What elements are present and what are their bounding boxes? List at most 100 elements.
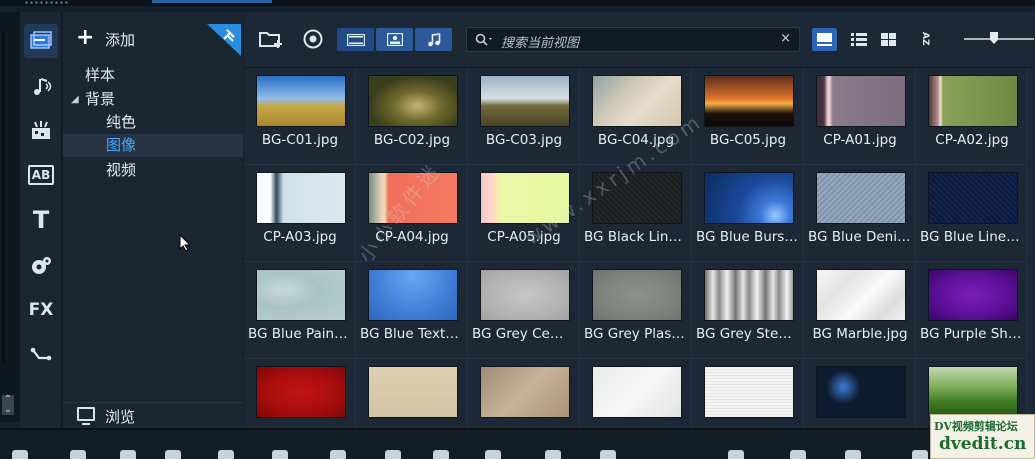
media-thumbnail[interactable]	[480, 75, 570, 127]
media-thumbnail[interactable]	[816, 172, 906, 224]
path-button[interactable]	[24, 337, 58, 371]
graphics-button[interactable]	[24, 248, 58, 282]
media-item[interactable]: BG Blue Paint.jpg	[244, 262, 356, 359]
grid-view-button[interactable]	[876, 28, 901, 51]
expand-arrow-icon[interactable]: ◢	[71, 88, 79, 111]
media-thumbnail[interactable]	[704, 172, 794, 224]
media-thumbnail[interactable]	[368, 366, 458, 418]
media-thumbnail[interactable]	[592, 269, 682, 321]
media-thumbnail[interactable]	[256, 269, 346, 321]
media-thumbnail[interactable]	[704, 366, 794, 418]
media-thumbnail[interactable]	[928, 269, 1018, 321]
tree-item-samples[interactable]: 样本	[63, 64, 243, 87]
clear-search-button[interactable]: ×	[780, 31, 791, 46]
media-item[interactable]: BG Blue Burst.jpg	[692, 165, 804, 262]
filter-button[interactable]: FX	[24, 293, 58, 327]
timeline-tool-icon[interactable]	[433, 450, 449, 459]
media-item[interactable]: BG Blue Texture.jpg	[356, 262, 468, 359]
media-item[interactable]	[580, 359, 692, 428]
timeline-tool-icon[interactable]	[485, 450, 501, 459]
timeline-tool-icon[interactable]	[218, 450, 234, 459]
timeline-tool-icon[interactable]	[330, 450, 346, 459]
media-thumbnail[interactable]	[704, 75, 794, 127]
timeline-tool-icon[interactable]	[12, 450, 28, 459]
media-item[interactable]: BG Marble.jpg	[804, 262, 916, 359]
media-item[interactable]: CP-A03.jpg	[244, 165, 356, 262]
media-item[interactable]: BG-C01.jpg	[244, 68, 356, 165]
media-thumbnail[interactable]	[368, 172, 458, 224]
tree-item-video[interactable]: 视频	[63, 159, 243, 182]
timeline-tool-icon[interactable]	[120, 450, 136, 459]
media-item[interactable]: CP-A01.jpg	[804, 68, 916, 165]
media-thumbnail[interactable]	[368, 269, 458, 321]
media-item[interactable]	[468, 359, 580, 428]
thumbnail-size-slider[interactable]	[964, 32, 1034, 44]
pin-panel-button[interactable]	[207, 24, 241, 56]
media-thumbnail[interactable]	[480, 172, 570, 224]
timeline-tool-icon[interactable]	[728, 450, 744, 459]
media-item[interactable]	[692, 359, 804, 428]
media-item[interactable]	[356, 359, 468, 428]
media-thumbnail[interactable]	[480, 269, 570, 321]
browse-button[interactable]: 浏览	[63, 402, 243, 428]
timeline-tool-icon[interactable]	[545, 450, 561, 459]
media-item[interactable]: BG Grey Cement.jpg	[468, 262, 580, 359]
show-audio-toggle[interactable]	[415, 28, 452, 51]
capture-button[interactable]	[300, 26, 326, 52]
timeline-tool-icon[interactable]	[385, 450, 401, 459]
timeline-tool-icon[interactable]	[165, 450, 181, 459]
media-item[interactable]: BG Grey Plaster.jpg	[580, 262, 692, 359]
tree-item-solid-color[interactable]: 纯色	[63, 111, 243, 134]
media-thumbnail[interactable]	[368, 75, 458, 127]
timeline-tool-icon[interactable]	[912, 450, 928, 459]
media-thumbnail[interactable]	[256, 172, 346, 224]
media-item[interactable]: BG Blue Linen.jpg	[916, 165, 1028, 262]
import-media-button[interactable]	[258, 26, 284, 52]
media-thumbnail[interactable]	[592, 366, 682, 418]
media-item[interactable]	[244, 359, 356, 428]
show-photos-toggle[interactable]	[376, 28, 413, 51]
thumbnail-view-button[interactable]	[812, 28, 837, 51]
media-item[interactable]: BG-C04.jpg	[580, 68, 692, 165]
media-item[interactable]: BG Blue Denim.jpg	[804, 165, 916, 262]
transition-button[interactable]	[24, 113, 58, 147]
media-item[interactable]: CP-A02.jpg	[916, 68, 1028, 165]
media-thumbnail[interactable]	[816, 75, 906, 127]
search-box[interactable]: 搜索当前视图 ×	[466, 27, 800, 52]
expand-chevron-icon[interactable]: ⌃ ⌄	[2, 395, 14, 415]
title-button[interactable]: AB	[24, 158, 58, 192]
timeline-tool-icon[interactable]	[600, 450, 616, 459]
media-item[interactable]	[804, 359, 916, 428]
text-button[interactable]: T	[24, 203, 58, 237]
search-input[interactable]: 搜索当前视图	[501, 32, 579, 51]
timeline-tool-icon[interactable]	[790, 450, 806, 459]
timeline-tool-icon[interactable]	[272, 450, 288, 459]
media-thumbnail[interactable]	[592, 172, 682, 224]
media-item[interactable]: BG Black Linen.jpg	[580, 165, 692, 262]
media-item[interactable]: BG Grey Steel.jpg	[692, 262, 804, 359]
media-thumbnail[interactable]	[816, 366, 906, 418]
media-thumbnail[interactable]	[816, 269, 906, 321]
media-thumbnail[interactable]	[928, 75, 1018, 127]
media-thumbnail[interactable]	[480, 366, 570, 418]
grip-handle[interactable]	[24, 1, 69, 4]
media-item[interactable]: BG-C05.jpg	[692, 68, 804, 165]
tree-item-images[interactable]: 图像	[63, 134, 243, 157]
media-thumbnail[interactable]	[256, 75, 346, 127]
list-view-button[interactable]	[846, 28, 871, 51]
timeline-tool-icon[interactable]	[70, 450, 86, 459]
media-thumbnail[interactable]	[704, 269, 794, 321]
show-video-toggle[interactable]	[337, 28, 374, 51]
media-item[interactable]: CP-A05.jpg	[468, 165, 580, 262]
media-item[interactable]: CP-A04.jpg	[356, 165, 468, 262]
tree-item-backgrounds[interactable]: ◢ 背景	[63, 88, 243, 111]
sort-button[interactable]: AZ	[914, 26, 936, 52]
audio-button[interactable]	[24, 69, 58, 103]
timeline-tool-icon[interactable]	[845, 450, 861, 459]
media-button[interactable]	[24, 24, 58, 58]
media-item[interactable]: BG-C02.jpg	[356, 68, 468, 165]
media-thumbnail[interactable]	[928, 172, 1018, 224]
slider-knob[interactable]	[990, 32, 998, 44]
media-item[interactable]: BG Purple Shadow.jpg	[916, 262, 1028, 359]
media-item[interactable]: BG-C03.jpg	[468, 68, 580, 165]
